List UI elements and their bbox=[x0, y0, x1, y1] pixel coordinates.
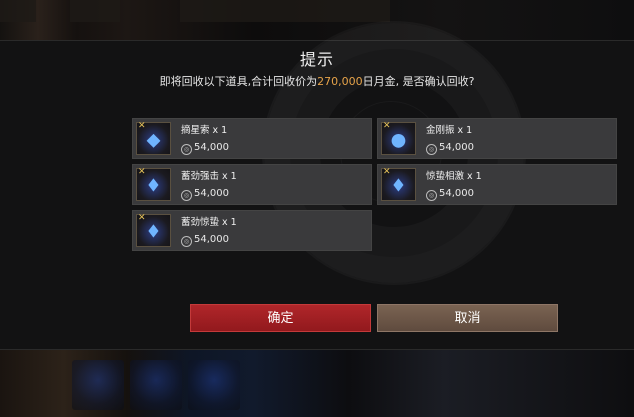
currency-icon: ◎ bbox=[181, 190, 192, 201]
background-slot bbox=[188, 360, 240, 410]
blue-crystal-cluster-icon: ✕ ◆ bbox=[136, 121, 171, 155]
recycle-item: ✕ ◆ 摘星索 x 1 ◎ 54,000 bbox=[132, 118, 372, 159]
recycle-item: ✕ ♦ 惊蛰相激 x 1 ◎ 54,000 bbox=[377, 164, 617, 205]
item-price: ◎ 54,000 bbox=[426, 188, 474, 201]
item-name: 金刚振 x 1 bbox=[426, 125, 473, 136]
quality-mark-icon: ✕ bbox=[138, 121, 146, 131]
background-slot bbox=[72, 360, 124, 410]
item-price: ◎ 54,000 bbox=[426, 142, 474, 155]
background-slot bbox=[130, 360, 182, 410]
dialog-title: 提示 bbox=[299, 50, 334, 69]
blue-crystal-shard-icon: ✕ ♦ bbox=[136, 167, 171, 201]
background-bottom-bar bbox=[0, 350, 634, 417]
recycle-item: ✕ ♦ 蓄劲强击 x 1 ◎ 54,000 bbox=[132, 164, 372, 205]
item-price: ◎ 54,000 bbox=[181, 142, 229, 155]
currency-icon: ◎ bbox=[426, 190, 437, 201]
item-name: 摘星索 x 1 bbox=[181, 125, 228, 136]
quality-mark-icon: ✕ bbox=[383, 121, 391, 131]
quality-mark-icon: ✕ bbox=[138, 167, 146, 177]
message-prefix: 即将回收以下道具,合计回收价为 bbox=[159, 75, 318, 88]
currency-icon: ◎ bbox=[181, 144, 192, 155]
total-amount: 270,000 bbox=[317, 75, 363, 88]
recycle-item: ✕ ● 金刚振 x 1 ◎ 54,000 bbox=[377, 118, 617, 159]
quality-mark-icon: ✕ bbox=[383, 167, 391, 177]
item-price: ◎ 54,000 bbox=[181, 188, 229, 201]
dialog-message: 即将回收以下道具,合计回收价为270,000日月金, 是否确认回收? bbox=[0, 73, 634, 89]
background-slot bbox=[70, 0, 120, 22]
recycle-confirm-dialog: 提示 即将回收以下道具,合计回收价为270,000日月金, 是否确认回收? ✕ … bbox=[0, 40, 634, 350]
item-price: ◎ 54,000 bbox=[181, 234, 229, 247]
currency-icon: ◎ bbox=[426, 144, 437, 155]
confirm-button[interactable]: 确定 bbox=[190, 304, 371, 332]
currency-icon: ◎ bbox=[181, 236, 192, 247]
item-name: 蓄劲惊蛰 x 1 bbox=[181, 217, 237, 228]
item-name: 惊蛰相激 x 1 bbox=[426, 171, 482, 182]
blue-dragon-orb-icon: ✕ ● bbox=[381, 121, 416, 155]
recycle-item: ✕ ♦ 蓄劲惊蛰 x 1 ◎ 54,000 bbox=[132, 210, 372, 251]
background-slot bbox=[0, 0, 36, 22]
cancel-button[interactable]: 取消 bbox=[377, 304, 558, 332]
item-name: 蓄劲强击 x 1 bbox=[181, 171, 237, 182]
message-suffix: 日月金, 是否确认回收? bbox=[362, 75, 475, 88]
quality-mark-icon: ✕ bbox=[138, 213, 146, 223]
blue-crystal-shard-icon: ✕ ♦ bbox=[136, 213, 171, 247]
blue-crystal-shard-icon: ✕ ♦ bbox=[381, 167, 416, 201]
background-slot bbox=[180, 0, 390, 22]
background-top-bar bbox=[0, 0, 634, 40]
